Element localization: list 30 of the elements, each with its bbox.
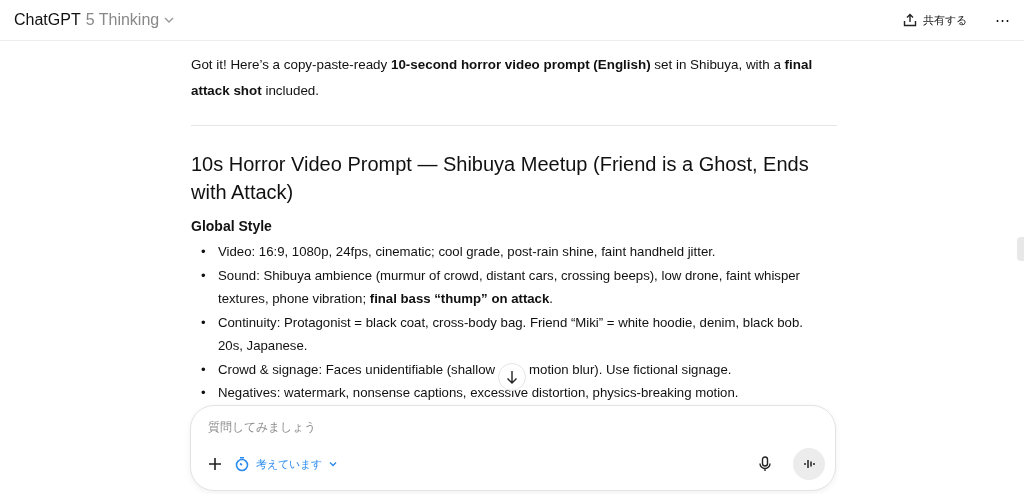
- plus-icon: [208, 457, 222, 471]
- bullet-text: Crowd & signage: Faces unidentifiable (shallow: [218, 360, 496, 379]
- more-button[interactable]: ⋯: [995, 11, 1010, 29]
- share-button[interactable]: 共有する: [903, 12, 967, 28]
- bullet-marker: •: [200, 243, 207, 261]
- thinking-mode-button[interactable]: 考えています: [234, 456, 338, 472]
- bullet-marker: •: [200, 384, 207, 402]
- voice-button[interactable]: [793, 448, 825, 480]
- message-input[interactable]: 質問してみましょう: [208, 416, 825, 434]
- microphone-button[interactable]: [759, 456, 771, 472]
- bullet-text: Sound: Shibuya ambience (murmur of crowd, distant cars, crossing beeps), low drone, faint whisper textures, phone vibration; final bass “thump” on attack.: [218, 266, 801, 308]
- share-icon: [903, 13, 917, 27]
- timer-icon: [234, 456, 250, 472]
- intro-paragraph: Got it! Here’s a copy-paste-ready 10-second horror video prompt (English) set in Shibuya, with a final attack shot included.: [191, 56, 814, 100]
- arrow-down-icon: [506, 369, 519, 384]
- microphone-icon: [759, 456, 771, 472]
- bullet-text: Continuity: Protagonist = black coat, cross-body bag. Friend “Miki” = white hoodie, denim, black bob. 20s, Japanese.: [218, 313, 804, 355]
- bullet-marker: •: [200, 360, 207, 379]
- add-button[interactable]: [208, 457, 222, 471]
- bullet-text: Negatives: watermark, nonsense captions, excessive distortion, physics-breaking motion.: [218, 384, 740, 402]
- bullet-marker: •: [200, 313, 207, 332]
- bullet-text: motion blur). Use fictional signage.: [529, 360, 732, 379]
- bullet-text: Video: 16:9, 1080p, 24fps, cinematic; cool grade, post-rain shine, faint handheld jitter.: [218, 243, 717, 261]
- chevron-icon: [328, 459, 338, 469]
- section-heading: 10s Horror Video Prompt — Shibuya Meetup (Friend is a Ghost, Ends with Attack): [191, 152, 810, 205]
- subheading: Global Style: [191, 217, 273, 236]
- model-selector[interactable]: 5 Thinking: [85, 11, 176, 29]
- bullet-marker: •: [200, 266, 207, 285]
- waveform-icon: [803, 458, 815, 470]
- app-name: ChatGPT: [14, 11, 81, 29]
